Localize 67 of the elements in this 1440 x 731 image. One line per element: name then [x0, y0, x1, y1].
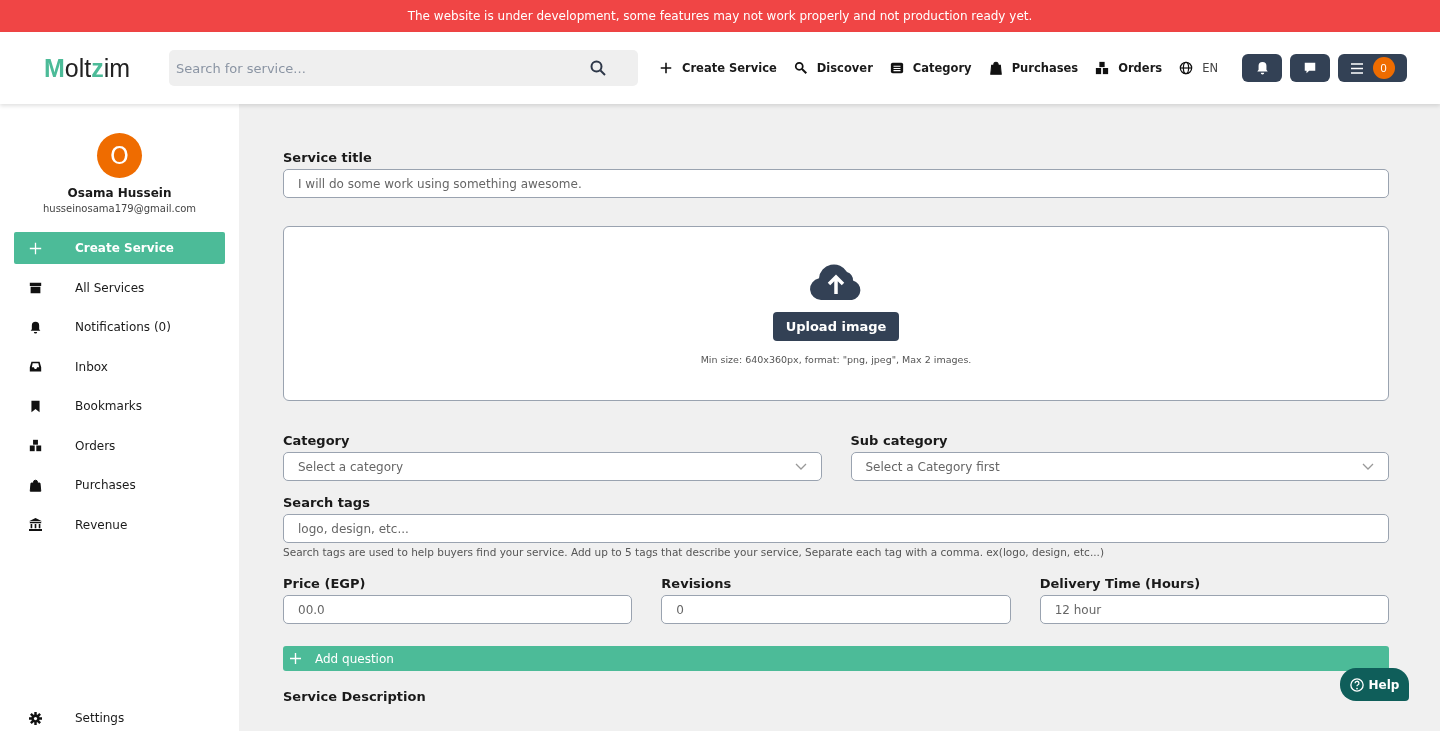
- cloud-upload-icon: [809, 262, 863, 301]
- sidebar-item[interactable]: Bookmarks: [14, 390, 225, 422]
- field-label: Sub category: [850, 433, 949, 448]
- list-icon: [889, 61, 904, 75]
- help-icon: [1349, 677, 1364, 692]
- logo[interactable]: Moltzim: [44, 53, 169, 83]
- sidebar-item[interactable]: Inbox: [14, 350, 225, 383]
- sidebar-item[interactable]: Settings: [14, 705, 225, 731]
- user-email: husseinosama179@gmail.com: [42, 203, 197, 214]
- chat-icon: [1303, 61, 1317, 75]
- bell-icon: [1255, 61, 1269, 75]
- input-field[interactable]: logo, design, etc...: [283, 514, 1389, 543]
- input-field[interactable]: I will do some work using something awesome.: [283, 169, 1389, 198]
- nav-link[interactable]: EN: [1179, 61, 1219, 75]
- avatar: O: [97, 133, 142, 178]
- chevron-icon: [794, 463, 807, 470]
- field-label: Revisions: [661, 576, 733, 591]
- nav-link[interactable]: Discover: [793, 61, 873, 75]
- count-badge: 0: [1372, 57, 1395, 79]
- sidebar-item[interactable]: Revenue: [14, 508, 225, 541]
- category-select[interactable]: Select a category: [283, 452, 822, 481]
- help-button[interactable]: Help: [1340, 668, 1409, 701]
- input-field[interactable]: 0: [661, 595, 1011, 624]
- bank-icon: [29, 518, 42, 531]
- nav-link[interactable]: Purchases: [988, 61, 1079, 75]
- user-name: Osama Hussein: [67, 186, 172, 200]
- archive-icon: [29, 281, 42, 294]
- chevron-icon: [1362, 463, 1374, 470]
- upload-area[interactable]: Upload image Min size: 640x360px, format: "png, jpeg", Max 2 images.: [283, 226, 1389, 401]
- tags-hint: Search tags are used to help buyers find your service. Add up to 5 tags that describe your service, Separate each tag with a comma. ex(logo, design, etc...): [283, 546, 1105, 558]
- field-label: Search tags: [283, 495, 371, 510]
- boxes-icon: [1095, 61, 1110, 75]
- sidebar-item[interactable]: Notifications (0): [14, 311, 225, 343]
- boxes-icon: [29, 439, 42, 452]
- bag-icon: [29, 478, 42, 492]
- plus-icon: [659, 61, 673, 75]
- sidebar-item[interactable]: Orders: [14, 429, 225, 462]
- messages-button[interactable]: [1290, 54, 1330, 82]
- field-label: Category: [283, 433, 351, 448]
- upload-hint: Min size: 640x360px, format: "png, jpeg", Max 2 images.: [700, 353, 972, 365]
- sidebar-item[interactable]: All Services: [14, 271, 225, 304]
- field-label: Price (EGP): [283, 576, 367, 591]
- menu-icon: [1350, 62, 1363, 74]
- sidebar-item[interactable]: Purchases: [14, 469, 225, 501]
- gear-icon: [29, 711, 42, 725]
- field-label: Delivery Time (Hours): [1039, 576, 1202, 591]
- search-field[interactable]: Search for service...: [169, 50, 638, 86]
- nav-link[interactable]: Orders: [1095, 61, 1163, 75]
- nav-link[interactable]: Create Service: [659, 61, 777, 75]
- upload-image-button[interactable]: Upload image: [772, 311, 900, 341]
- input-field[interactable]: 00.0: [283, 595, 633, 624]
- nav-link[interactable]: Category: [889, 61, 972, 75]
- magnifier-icon: [793, 61, 808, 75]
- input-field[interactable]: 12 hour: [1039, 595, 1389, 624]
- bag-icon: [988, 61, 1003, 75]
- inbox-icon: [29, 360, 42, 373]
- search-icon: [590, 60, 606, 76]
- bell-icon: [29, 320, 42, 334]
- field-label: Service title: [283, 150, 373, 165]
- bookmark-icon: [29, 399, 42, 413]
- plus-icon: [290, 653, 301, 664]
- globe-icon: [1179, 61, 1194, 75]
- plus-icon: [29, 241, 42, 255]
- notifications-button[interactable]: [1242, 54, 1282, 82]
- dev-banner: The website is under development, some features may not work properly and not production ready yet.: [0, 0, 1440, 32]
- subcategory-select[interactable]: Select a Category first: [850, 452, 1389, 481]
- field-label: Service Description: [283, 689, 427, 704]
